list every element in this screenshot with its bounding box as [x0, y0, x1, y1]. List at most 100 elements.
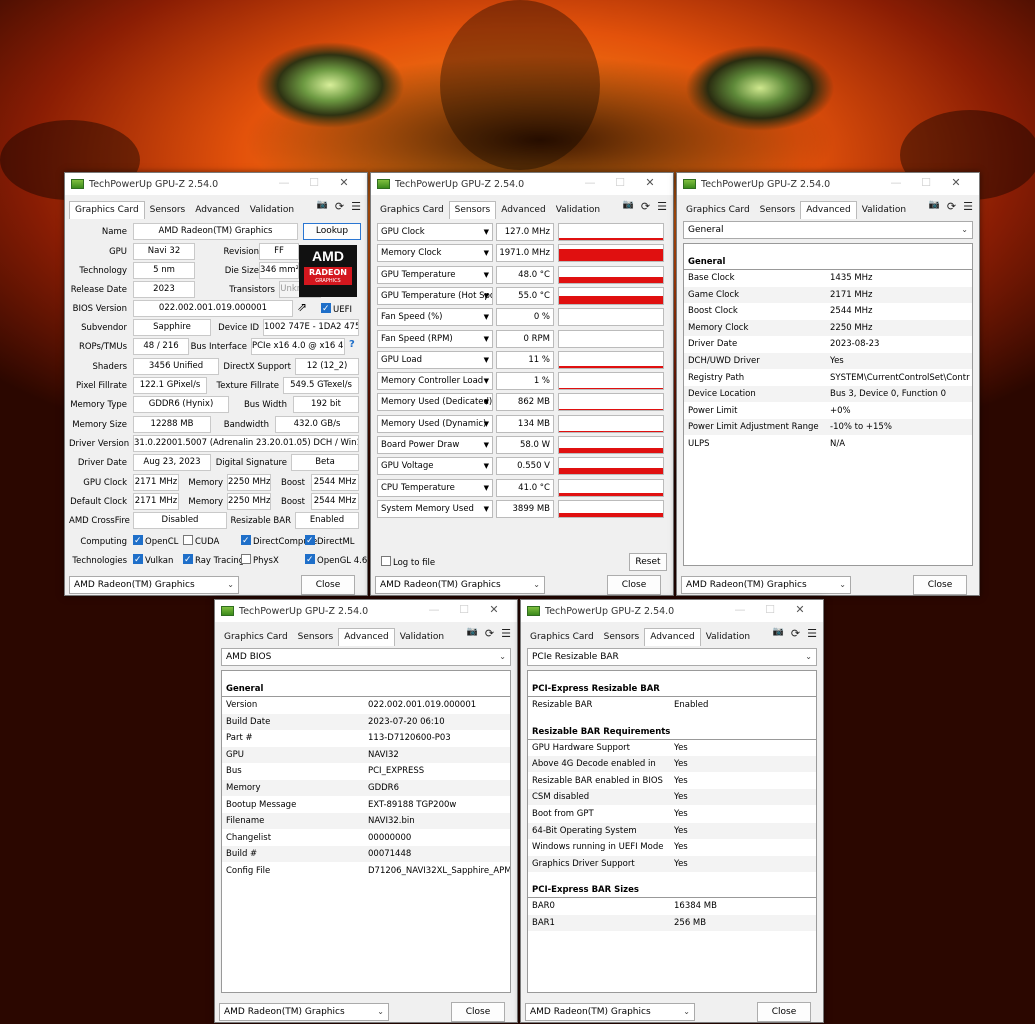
checkbox-icon[interactable] — [321, 301, 331, 317]
close-button[interactable]: Close — [301, 575, 355, 595]
title-bar[interactable]: TechPowerUp GPU-Z 2.54.0 — ☐ ✕ — [65, 173, 367, 195]
maximize-icon[interactable]: ☐ — [755, 603, 785, 616]
camera-icon[interactable]: 📷 — [929, 200, 940, 213]
close-icon[interactable]: ✕ — [329, 176, 359, 189]
close-button[interactable]: Close — [607, 575, 661, 595]
sensor-name[interactable]: System Memory Used ▼ — [377, 499, 493, 518]
menu-icon[interactable]: ☰ — [501, 627, 511, 640]
sensor-name[interactable]: Memory Controller Load ▼ — [377, 372, 493, 391]
menu-icon[interactable]: ☰ — [657, 200, 667, 213]
maximize-icon[interactable]: ☐ — [605, 176, 635, 189]
sensor-name[interactable]: GPU Temperature (Hot Spot) ▼ — [377, 286, 493, 305]
log-to-file-checkbox[interactable]: Log to file — [381, 555, 435, 571]
section-select[interactable]: General ⌄ — [683, 221, 973, 239]
maximize-icon[interactable]: ☐ — [299, 176, 329, 189]
refresh-icon[interactable]: ⟳ — [791, 627, 800, 640]
title-bar[interactable]: TechPowerUp GPU-Z 2.54.0 — ☐ ✕ — [371, 173, 673, 195]
checkbox-icon[interactable] — [381, 556, 391, 566]
close-icon[interactable]: ✕ — [479, 603, 509, 616]
gpu-select[interactable]: AMD Radeon(TM) Graphics ⌄ — [69, 576, 239, 594]
minimize-icon[interactable]: — — [575, 176, 605, 189]
refresh-icon[interactable]: ⟳ — [335, 200, 344, 213]
sensor-name[interactable]: Fan Speed (RPM) ▼ — [377, 329, 493, 348]
maximize-icon[interactable]: ☐ — [449, 603, 479, 616]
tab-graphics-card[interactable]: Graphics Card — [69, 201, 145, 219]
gpu-select[interactable]: AMD Radeon(TM) Graphics ⌄ — [375, 576, 545, 594]
technologies-item[interactable]: PhysX — [241, 553, 279, 569]
tab-validation[interactable]: Validation — [857, 202, 911, 219]
camera-icon[interactable]: 📷 — [467, 627, 478, 640]
camera-icon[interactable]: 📷 — [623, 200, 634, 213]
tab-advanced[interactable]: Advanced — [338, 628, 395, 646]
sensor-name[interactable]: Board Power Draw ▼ — [377, 436, 493, 454]
checkbox-icon[interactable] — [241, 554, 251, 564]
help-icon[interactable]: ? — [349, 339, 355, 350]
title-bar[interactable]: TechPowerUp GPU-Z 2.54.0 — ☐ ✕ — [677, 173, 979, 195]
refresh-icon[interactable]: ⟳ — [485, 627, 494, 640]
checkbox-icon[interactable] — [305, 533, 315, 549]
tab-validation[interactable]: Validation — [395, 629, 449, 646]
sensor-name[interactable]: CPU Temperature ▼ — [377, 478, 493, 497]
checkbox-icon[interactable] — [305, 552, 315, 568]
gpu-select[interactable]: AMD Radeon(TM) Graphics ⌄ — [681, 576, 851, 594]
camera-icon[interactable]: 📷 — [773, 627, 784, 640]
close-icon[interactable]: ✕ — [635, 176, 665, 189]
share-icon[interactable]: ⇗ — [297, 300, 307, 314]
technologies-item[interactable]: Vulkan — [133, 552, 173, 569]
sensor-name[interactable]: GPU Temperature ▼ — [377, 265, 493, 284]
tab-sensors[interactable]: Sensors — [448, 201, 497, 219]
tab-validation[interactable]: Validation — [701, 629, 755, 646]
minimize-icon[interactable]: — — [725, 603, 755, 616]
minimize-icon[interactable]: — — [419, 603, 449, 616]
tab-graphics-card[interactable]: Graphics Card — [219, 629, 293, 646]
camera-icon[interactable]: 📷 — [317, 200, 328, 213]
sensor-name[interactable]: Memory Used (Dynamic) ▼ — [377, 414, 493, 433]
technologies-item[interactable]: OpenGL 4.6 — [305, 552, 367, 569]
close-button[interactable]: Close — [757, 1002, 811, 1022]
tab-validation[interactable]: Validation — [551, 202, 605, 219]
tab-validation[interactable]: Validation — [245, 202, 299, 219]
computing-item[interactable]: OpenCL — [133, 533, 178, 550]
tab-sensors[interactable]: Sensors — [145, 202, 191, 219]
close-button[interactable]: Close — [451, 1002, 505, 1022]
tab-advanced[interactable]: Advanced — [800, 201, 857, 219]
section-select[interactable]: AMD BIOS ⌄ — [221, 648, 511, 666]
sensor-name[interactable]: GPU Load ▼ — [377, 350, 493, 369]
tab-advanced[interactable]: Advanced — [190, 202, 244, 219]
checkbox-icon[interactable] — [183, 535, 193, 545]
menu-icon[interactable]: ☰ — [963, 200, 973, 213]
gpu-select[interactable]: AMD Radeon(TM) Graphics ⌄ — [525, 1003, 695, 1021]
tab-graphics-card[interactable]: Graphics Card — [375, 202, 449, 219]
minimize-icon[interactable]: — — [881, 176, 911, 189]
close-icon[interactable]: ✕ — [941, 176, 971, 189]
close-icon[interactable]: ✕ — [785, 603, 815, 616]
checkbox-icon[interactable] — [133, 552, 143, 568]
gpu-select[interactable]: AMD Radeon(TM) Graphics ⌄ — [219, 1003, 389, 1021]
maximize-icon[interactable]: ☐ — [911, 176, 941, 189]
sensor-name[interactable]: GPU Voltage ▼ — [377, 457, 493, 476]
lookup-button[interactable]: Lookup — [303, 223, 361, 240]
tab-advanced[interactable]: Advanced — [496, 202, 550, 219]
title-bar[interactable]: TechPowerUp GPU-Z 2.54.0 — ☐ ✕ — [215, 600, 517, 622]
menu-icon[interactable]: ☰ — [351, 200, 361, 213]
checkbox-icon[interactable] — [133, 533, 143, 549]
computing-item[interactable]: CUDA — [183, 534, 219, 550]
checkbox-icon[interactable] — [183, 552, 193, 568]
menu-icon[interactable]: ☰ — [807, 627, 817, 640]
refresh-icon[interactable]: ⟳ — [641, 200, 650, 213]
minimize-icon[interactable]: — — [269, 176, 299, 189]
tab-advanced[interactable]: Advanced — [644, 628, 701, 646]
tab-graphics-card[interactable]: Graphics Card — [525, 629, 599, 646]
sensor-name[interactable]: GPU Clock ▼ — [377, 223, 493, 241]
sensor-name[interactable]: Memory Used (Dedicated) ▼ — [377, 393, 493, 412]
sensor-name[interactable]: Fan Speed (%) ▼ — [377, 308, 493, 327]
close-button[interactable]: Close — [913, 575, 967, 595]
technologies-item[interactable]: Ray Tracing — [183, 552, 244, 569]
tab-sensors[interactable]: Sensors — [599, 629, 645, 646]
title-bar[interactable]: TechPowerUp GPU-Z 2.54.0 — ☐ ✕ — [521, 600, 823, 622]
checkbox-icon[interactable] — [241, 533, 251, 549]
refresh-icon[interactable]: ⟳ — [947, 200, 956, 213]
tab-graphics-card[interactable]: Graphics Card — [681, 202, 755, 219]
reset-button[interactable]: Reset — [629, 553, 667, 571]
section-select[interactable]: PCIe Resizable BAR ⌄ — [527, 648, 817, 666]
